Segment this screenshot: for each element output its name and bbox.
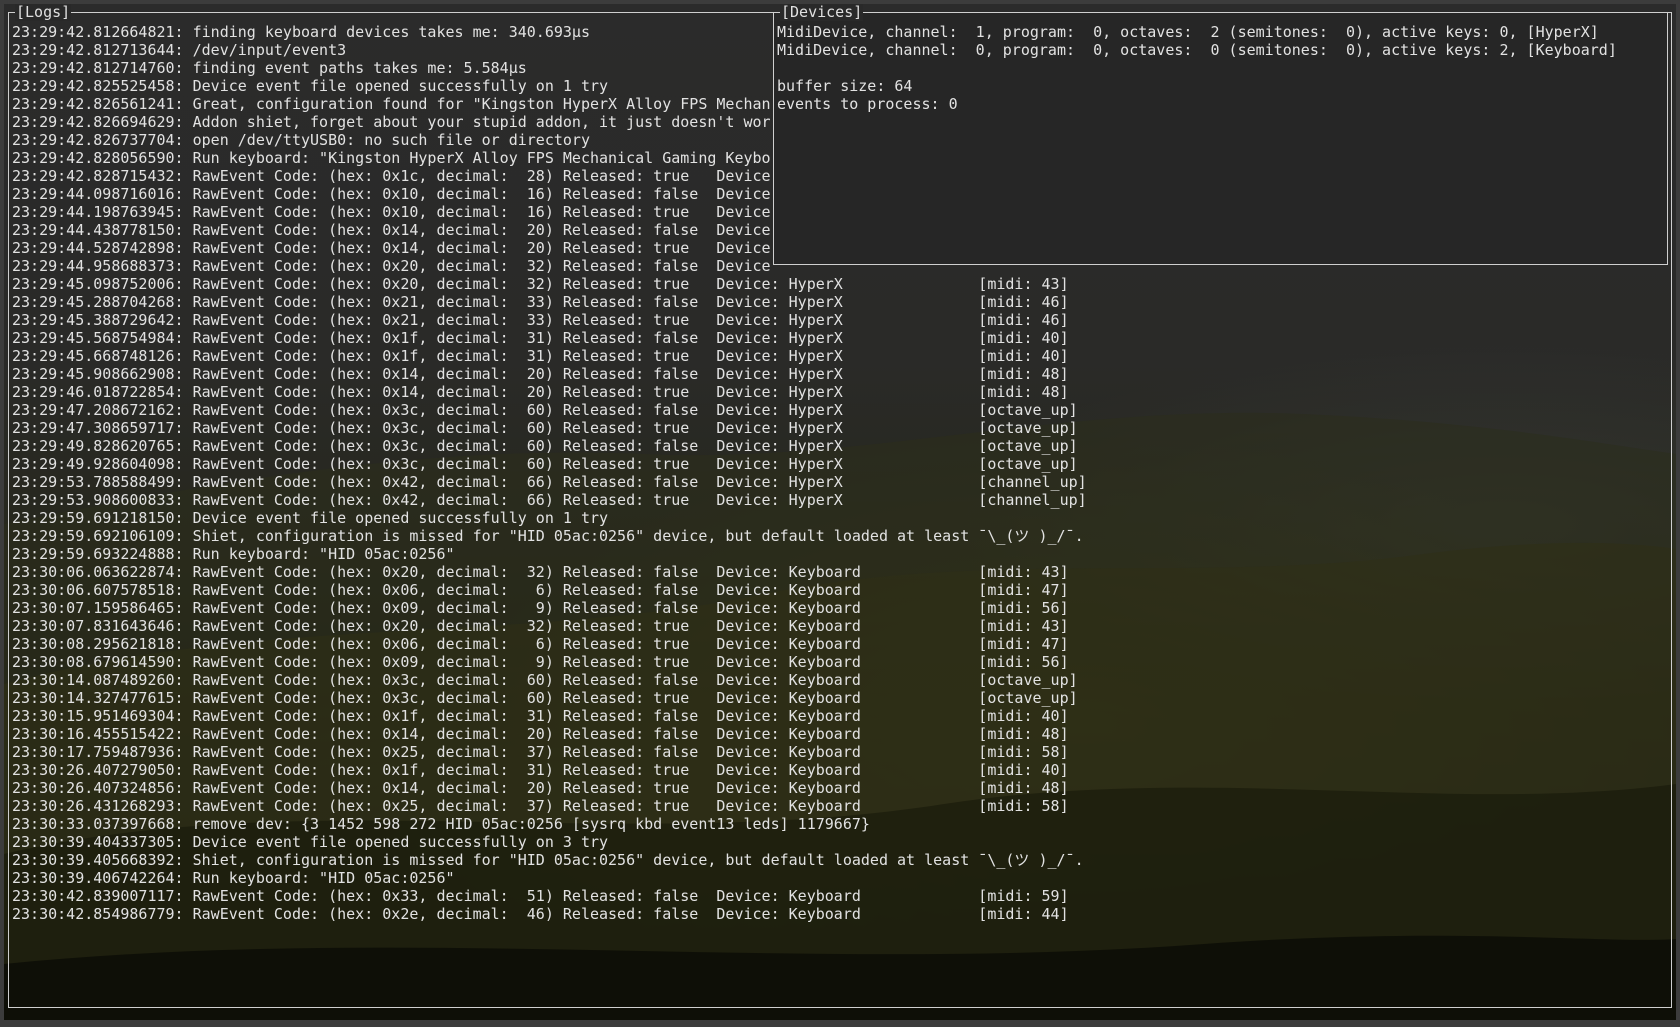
log-line: 23:30:26.431268293: RawEvent Code: (hex:… — [12, 797, 1069, 815]
log-line: 23:29:59.691218150: Device event file op… — [12, 509, 609, 527]
device-lines: MidiDevice, channel: 1, program: 0, octa… — [777, 23, 1617, 113]
log-line: 23:29:45.388729642: RawEvent Code: (hex:… — [12, 311, 1069, 329]
log-line: 23:29:46.018722854: RawEvent Code: (hex:… — [12, 383, 1069, 401]
log-line: 23:29:45.668748126: RawEvent Code: (hex:… — [12, 347, 1069, 365]
logs-title: [Logs] — [15, 4, 72, 21]
log-line: 23:29:49.828620765: RawEvent Code: (hex:… — [12, 437, 1078, 455]
log-line: 23:30:07.159586465: RawEvent Code: (hex:… — [12, 599, 1069, 617]
log-line: 23:30:17.759487936: RawEvent Code: (hex:… — [12, 743, 1069, 761]
log-line: 23:30:06.063622874: RawEvent Code: (hex:… — [12, 563, 1069, 581]
log-line: 23:30:42.839007117: RawEvent Code: (hex:… — [12, 887, 1069, 905]
log-line: 23:29:59.692106109: Shiet, configuration… — [12, 527, 1084, 545]
log-line: 23:29:59.693224888: Run keyboard: "HID 0… — [12, 545, 455, 563]
log-line: 23:30:16.455515422: RawEvent Code: (hex:… — [12, 725, 1069, 743]
log-line: 23:30:14.087489260: RawEvent Code: (hex:… — [12, 671, 1078, 689]
log-line: 23:29:45.908662908: RawEvent Code: (hex:… — [12, 365, 1069, 383]
log-line: 23:29:47.308659717: RawEvent Code: (hex:… — [12, 419, 1078, 437]
log-line: 23:30:07.831643646: RawEvent Code: (hex:… — [12, 617, 1069, 635]
device-line: MidiDevice, channel: 0, program: 0, octa… — [777, 41, 1617, 59]
log-line: 23:29:45.288704268: RawEvent Code: (hex:… — [12, 293, 1069, 311]
log-line: 23:30:39.404337305: Device event file op… — [12, 833, 609, 851]
device-line: buffer size: 64 — [777, 77, 913, 95]
log-line: 23:29:53.908600833: RawEvent Code: (hex:… — [12, 491, 1087, 509]
log-line: 23:30:15.951469304: RawEvent Code: (hex:… — [12, 707, 1069, 725]
log-line: 23:30:33.037397668: remove dev: {3 1452 … — [12, 815, 870, 833]
log-line: 23:29:49.928604098: RawEvent Code: (hex:… — [12, 455, 1078, 473]
devices-title: [Devices] — [780, 4, 864, 21]
log-line: 23:29:45.568754984: RawEvent Code: (hex:… — [12, 329, 1069, 347]
devices-pane[interactable]: [Devices] MidiDevice, channel: 1, progra… — [773, 4, 1668, 265]
log-line: 23:30:06.607578518: RawEvent Code: (hex:… — [12, 581, 1069, 599]
log-line: 23:30:26.407324856: RawEvent Code: (hex:… — [12, 779, 1069, 797]
log-line: 23:30:08.679614590: RawEvent Code: (hex:… — [12, 653, 1069, 671]
log-line: 23:30:14.327477615: RawEvent Code: (hex:… — [12, 689, 1078, 707]
log-line: 23:29:53.788588499: RawEvent Code: (hex:… — [12, 473, 1087, 491]
log-line: 23:29:45.098752006: RawEvent Code: (hex:… — [12, 275, 1069, 293]
device-line — [777, 59, 1617, 77]
log-line: 23:30:42.854986779: RawEvent Code: (hex:… — [12, 905, 1069, 923]
log-line: 23:30:08.295621818: RawEvent Code: (hex:… — [12, 635, 1069, 653]
terminal-screen: [Logs] 23:29:42.812664821: finding keybo… — [4, 4, 1676, 1020]
log-line: 23:30:39.405668392: Shiet, configuration… — [12, 851, 1084, 869]
device-line: MidiDevice, channel: 1, program: 0, octa… — [777, 23, 1599, 41]
log-line: 23:29:47.208672162: RawEvent Code: (hex:… — [12, 401, 1078, 419]
log-line: 23:30:39.406742264: Run keyboard: "HID 0… — [12, 869, 455, 887]
log-line: 23:30:26.407279050: RawEvent Code: (hex:… — [12, 761, 1069, 779]
device-line: events to process: 0 — [777, 95, 958, 113]
